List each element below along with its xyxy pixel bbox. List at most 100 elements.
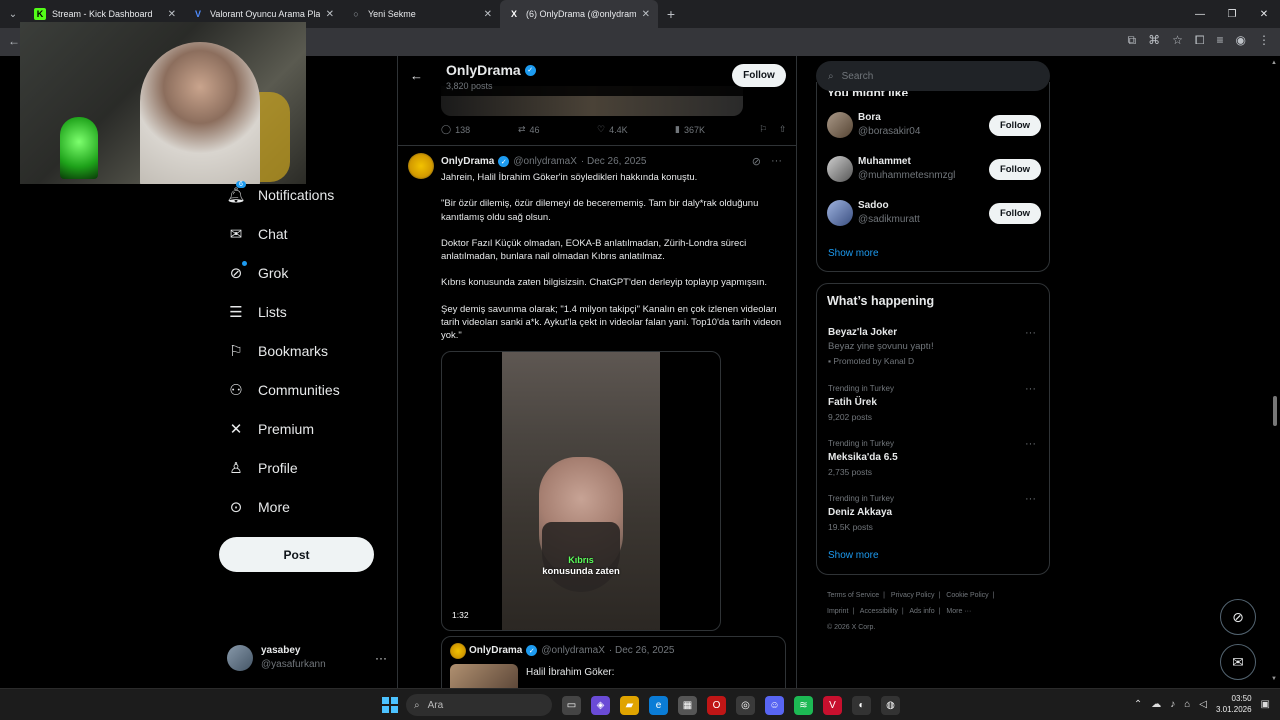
clock[interactable]: 03:50 3.01.2026 xyxy=(1216,693,1252,715)
tray-expand-icon[interactable]: ⌃ xyxy=(1134,699,1142,710)
trend-item[interactable]: Trending in Turkey Meksika'da 6.5 2,735 … xyxy=(828,437,1042,479)
views-action[interactable]: ▮ 367K xyxy=(675,124,759,135)
share-icon[interactable]: ⇧ xyxy=(779,124,787,135)
reply-action[interactable]: ◯ 138 xyxy=(441,124,518,135)
nav-profile[interactable]: ♙ Profile xyxy=(218,448,388,487)
tweet-avatar[interactable] xyxy=(408,153,434,179)
search-input[interactable]: ⌕ Search xyxy=(816,61,1050,91)
footer-link[interactable]: Cookie Policy xyxy=(946,592,988,599)
volume-icon[interactable]: ◁ xyxy=(1199,699,1207,710)
trend-item[interactable]: Trending in Turkey Deniz Akkaya 19.5K po… xyxy=(828,492,1042,534)
like-action[interactable]: ♡ 4.4K xyxy=(597,124,675,135)
discord-icon[interactable]: ☺ xyxy=(765,696,784,715)
post-button[interactable]: Post xyxy=(219,537,374,572)
more-dots-icon[interactable]: ··· xyxy=(375,651,387,665)
nav-premium[interactable]: ✕ Premium xyxy=(218,409,388,448)
suggested-user[interactable]: Bora @borasakir04 Follow xyxy=(827,108,1041,142)
new-tab-icon[interactable]: + xyxy=(658,6,684,22)
maximize-icon[interactable]: ❐ xyxy=(1216,0,1248,28)
nav-notifications[interactable]: 🔔︎ 6 Notifications xyxy=(218,175,388,214)
tab-close-icon[interactable]: ✕ xyxy=(642,9,650,20)
tweet-handle[interactable]: @onlydramaX xyxy=(513,156,577,167)
store-icon[interactable]: ▦ xyxy=(678,696,697,715)
quoted-tweet[interactable]: OnlyDrama ✓ @onlydramaX · Dec 26, 2025 H… xyxy=(441,636,786,688)
tab-close-icon[interactable]: ✕ xyxy=(168,9,176,20)
trend-count: 2,735 posts xyxy=(828,467,872,477)
footer-link[interactable]: Privacy Policy xyxy=(891,592,935,599)
show-more-link[interactable]: Show more xyxy=(828,550,879,561)
translate-icon[interactable]: ⌘ xyxy=(1148,33,1160,48)
windows-start-icon[interactable] xyxy=(382,697,398,713)
file-explorer-icon[interactable]: ▰ xyxy=(620,696,639,715)
browser-back-icon[interactable]: ← xyxy=(8,34,20,48)
opera-icon[interactable]: O xyxy=(707,696,726,715)
footer-link[interactable]: Terms of Service xyxy=(827,592,879,599)
tweet-author[interactable]: OnlyDrama xyxy=(441,156,494,167)
profile-icon[interactable]: ◉ xyxy=(1236,33,1246,48)
follow-button[interactable]: Follow xyxy=(989,202,1041,224)
show-more-link[interactable]: Show more xyxy=(828,248,879,259)
media-icon[interactable]: ≡ xyxy=(1217,33,1224,48)
cast-icon[interactable]: ⧉ xyxy=(1128,33,1137,48)
grok-float-icon[interactable]: ⊘ xyxy=(1220,599,1256,635)
account-names: yasabey @yasafurkann xyxy=(261,644,326,672)
tab-onlydrama[interactable]: X (6) OnlyDrama (@onlydramaX) / X ✕ xyxy=(500,0,658,28)
footer-link[interactable]: Accessibility xyxy=(860,608,898,615)
valorant-icon[interactable]: V xyxy=(823,696,842,715)
grok-explain-icon[interactable]: ⊘ xyxy=(752,155,761,168)
trend-item[interactable]: Trending in Turkey Fatih Ürek 9,202 post… xyxy=(828,382,1042,424)
more-dots-icon[interactable]: ··· xyxy=(1025,437,1036,451)
onedrive-icon[interactable]: ☁ xyxy=(1151,699,1161,710)
nav-grok[interactable]: ⊘ Grok xyxy=(218,253,388,292)
suggested-user[interactable]: Muhammet @muhammetesnmzgl Follow xyxy=(827,152,1041,186)
extensions-icon[interactable]: ⧠ xyxy=(1195,33,1205,48)
tweet-date[interactable]: · Dec 26, 2025 xyxy=(581,156,647,167)
tweet-video[interactable]: Kıbrıs konusunda zaten 1:32 xyxy=(441,351,721,631)
tab-new[interactable]: ○ Yeni Sekme ✕ xyxy=(342,0,500,28)
more-dots-icon[interactable]: ··· xyxy=(1025,382,1036,396)
messages-float-icon[interactable]: ✉ xyxy=(1220,644,1256,680)
follow-button[interactable]: Follow xyxy=(989,114,1041,136)
footer-link[interactable]: More ··· xyxy=(946,608,971,615)
network-icon[interactable]: ⌂ xyxy=(1184,699,1190,710)
account-switcher[interactable]: yasabey @yasafurkann ··· xyxy=(227,643,387,673)
microphone-icon[interactable]: ♪ xyxy=(1170,699,1175,710)
nav-more[interactable]: ⊙ More xyxy=(218,487,388,526)
follow-button[interactable]: Follow xyxy=(989,158,1041,180)
more-dots-icon[interactable]: ··· xyxy=(1025,492,1036,506)
more-dots-icon[interactable]: ··· xyxy=(1025,326,1036,340)
tab-close-icon[interactable]: ✕ xyxy=(484,9,492,20)
close-window-icon[interactable]: ✕ xyxy=(1248,0,1280,28)
taskbar-search[interactable]: ⌕ Ara xyxy=(406,694,552,716)
edge-icon[interactable]: e xyxy=(649,696,668,715)
app-icon[interactable]: ◐ xyxy=(852,696,871,715)
follow-button[interactable]: Follow xyxy=(732,64,786,87)
spotify-icon[interactable]: ≋ xyxy=(794,696,813,715)
scrollbar[interactable]: ▲ ▼ xyxy=(1270,56,1280,688)
bookmark-star-icon[interactable]: ☆ xyxy=(1172,33,1183,48)
notifications-icon[interactable]: ▣ xyxy=(1261,699,1270,710)
footer-link[interactable]: Ads info xyxy=(909,608,934,615)
scrollbar-thumb[interactable] xyxy=(1273,396,1277,426)
suggested-user[interactable]: Sadoo @sadikmuratt Follow xyxy=(827,196,1041,230)
kick-favicon-icon: K xyxy=(34,8,46,20)
repost-action[interactable]: ⇄ 46 xyxy=(518,124,597,135)
scroll-down-icon[interactable]: ▼ xyxy=(1271,676,1277,682)
nav-communities[interactable]: ⚇ Communities xyxy=(218,370,388,409)
menu-icon[interactable]: ⋮ xyxy=(1258,33,1270,48)
footer-link[interactable]: Imprint xyxy=(827,608,848,615)
more-dots-icon[interactable]: ··· xyxy=(771,155,782,168)
chrome-icon[interactable]: ◎ xyxy=(736,696,755,715)
bookmark-icon[interactable]: ⚐ xyxy=(759,124,779,135)
copilot-icon[interactable]: ◈ xyxy=(591,696,610,715)
scroll-up-icon[interactable]: ▲ xyxy=(1271,60,1277,66)
promoted-trend[interactable]: Beyaz'la Joker Beyaz yine şovunu yaptı! … xyxy=(828,326,1042,368)
task-view-icon[interactable]: ▭ xyxy=(562,696,581,715)
nav-chat[interactable]: ✉ Chat xyxy=(218,214,388,253)
back-arrow-icon[interactable]: ← xyxy=(410,68,423,83)
steam-icon[interactable]: ◍ xyxy=(881,696,900,715)
nav-bookmarks[interactable]: ⚐ Bookmarks xyxy=(218,331,388,370)
minimize-icon[interactable]: — xyxy=(1184,0,1216,28)
tab-close-icon[interactable]: ✕ xyxy=(326,9,334,20)
nav-lists[interactable]: ☰ Lists xyxy=(218,292,388,331)
